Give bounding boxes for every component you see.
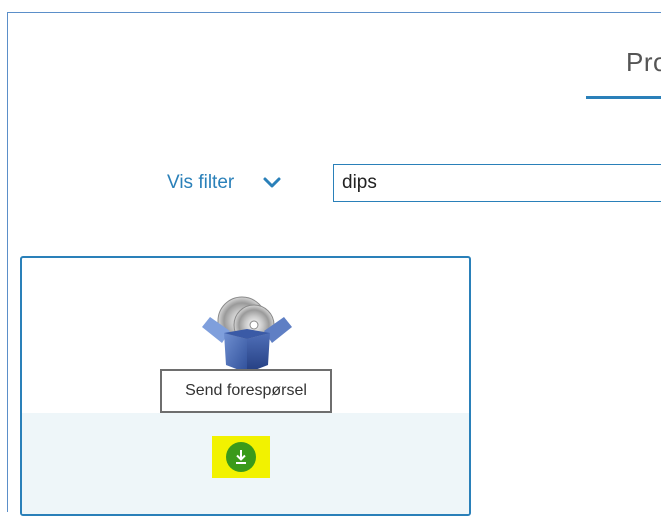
download-button[interactable] <box>212 436 270 478</box>
show-filter-toggle[interactable]: Vis filter <box>167 170 282 196</box>
active-tab-indicator <box>586 96 661 99</box>
send-request-tooltip: Send forespørsel <box>160 369 332 413</box>
search-input[interactable] <box>333 164 661 202</box>
chevron-down-icon <box>262 176 282 190</box>
tab-title[interactable]: Pro <box>626 47 661 78</box>
show-filter-label: Vis filter <box>167 172 235 193</box>
software-package-icon <box>202 293 292 373</box>
download-icon <box>226 442 256 472</box>
